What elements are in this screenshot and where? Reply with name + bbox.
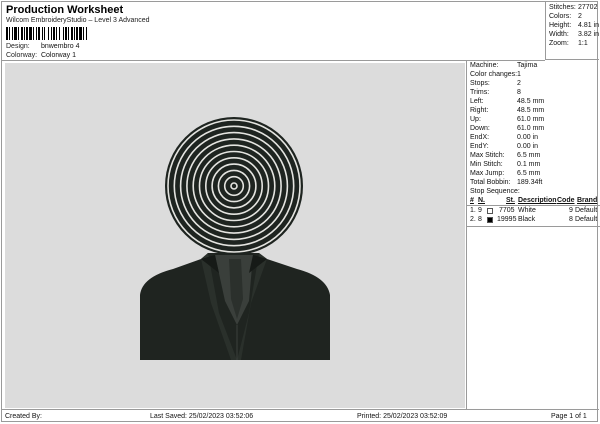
stat-colors: Colors: 2 — [549, 13, 582, 20]
table-row: 2. 8 19995 Black 8 Default — [470, 216, 598, 223]
created-by: Created By: — [5, 413, 42, 420]
info-label: Max Jump: — [470, 170, 505, 177]
info-value: 6.5 mm — [517, 152, 541, 159]
design-row: Design: bnwembro 4 — [6, 43, 79, 50]
info-row: Max Stitch: 6.5 mm — [470, 152, 540, 159]
info-row: Stops: 2 — [470, 80, 521, 87]
info-value: 1 — [517, 71, 521, 78]
colorway-value: Colorway 1 — [40, 52, 76, 59]
color-swatch-white — [487, 208, 493, 214]
info-row: EndY: 0.00 in — [470, 143, 538, 150]
info-row: Down: 61.0 mm — [470, 125, 544, 132]
table-divider — [467, 226, 600, 227]
stop-sequence-title: Stop Sequence: — [470, 188, 520, 195]
col-code: Code — [557, 197, 575, 204]
info-label: Total Bobbin: — [470, 179, 511, 186]
info-value: 61.0 mm — [517, 125, 545, 132]
info-row: Up: 61.0 mm — [470, 116, 544, 123]
info-label: Min Stitch: — [470, 161, 503, 168]
color-swatch-black — [487, 217, 493, 223]
col-n: N. — [478, 197, 485, 204]
info-row: Left: 48.5 mm — [470, 98, 544, 105]
col-brand: Brand — [577, 197, 598, 204]
design-label: Design: — [6, 43, 30, 50]
info-label: EndY: — [470, 143, 489, 150]
worksheet-frame: Production Worksheet Wilcom EmbroiderySt… — [1, 1, 600, 422]
header-divider — [2, 60, 545, 61]
stat-stitches: Stitches: 27702 — [549, 4, 598, 11]
info-row: Right: 48.5 mm — [470, 107, 544, 114]
colorway-row: Colorway: Colorway 1 — [6, 52, 76, 59]
stats-box: Stitches: 27702 Colors: 2 Height: 4.81 in W… — [545, 2, 599, 60]
stat-width: Width: 3.82 in — [549, 31, 600, 38]
info-value: 61.0 mm — [517, 116, 545, 123]
software-subtitle: Wilcom EmbroideryStudio – Level 3 Advanc… — [6, 17, 150, 24]
table-row: 1. 9 7705 White 9 Default — [470, 207, 598, 214]
stat-height: Height: 4.81 in — [549, 22, 600, 29]
info-value: 0.1 mm — [517, 161, 541, 168]
design-value: bnwembro 4 — [40, 43, 80, 50]
stat-zoom: Zoom: 1:1 — [549, 40, 588, 47]
info-label: Up: — [470, 116, 481, 123]
stop-sequence-header: # N. St. Description Code Brand — [467, 197, 600, 206]
printed-date: Printed: 25/02/2023 03:52:09 — [357, 413, 448, 420]
info-value: 48.5 mm — [517, 98, 545, 105]
info-label: Left: — [470, 98, 484, 105]
info-row: EndX: 0.00 in — [470, 134, 538, 141]
info-value: 189.34ft — [517, 179, 543, 186]
info-value: 0.00 in — [517, 143, 539, 150]
col-st: St. — [506, 197, 515, 204]
col-description: Description — [518, 197, 557, 204]
embroidery-design-image — [140, 117, 330, 360]
info-row: Max Jump: 6.5 mm — [470, 170, 540, 177]
info-label: Stops: — [470, 80, 490, 87]
footer-divider — [2, 409, 599, 410]
last-saved: Last Saved: 25/02/2023 03:52:06 — [150, 413, 254, 420]
info-value: 6.5 mm — [517, 170, 541, 177]
info-label: Color changes: — [470, 71, 518, 78]
info-row: Min Stitch: 0.1 mm — [470, 161, 540, 168]
design-preview — [5, 63, 465, 408]
info-value: 0.00 in — [517, 134, 539, 141]
info-label: Trims: — [470, 89, 490, 96]
info-label: EndX: — [470, 134, 490, 141]
info-row: Machine: Tajima — [470, 62, 537, 69]
info-label: Max Stitch: — [470, 152, 505, 159]
col-num: # — [470, 197, 474, 204]
page-title: Production Worksheet — [6, 4, 124, 16]
info-row: Total Bobbin: 189.34ft — [470, 179, 542, 186]
info-label: Down: — [470, 125, 490, 132]
colorway-label: Colorway: — [6, 52, 38, 59]
spiral-head — [165, 117, 303, 255]
machine-info-panel: Machine: Tajima Color changes:1 Stops: 2 Trim… — [466, 60, 600, 409]
info-value: 2 — [517, 80, 521, 87]
info-row: Trims: 8 — [470, 89, 521, 96]
info-row: Color changes:1 — [470, 71, 521, 78]
info-label: Right: — [470, 107, 489, 114]
info-value: 8 — [517, 89, 521, 96]
info-label: Machine: — [470, 62, 499, 69]
info-value: Tajima — [517, 62, 538, 69]
info-value: 48.5 mm — [517, 107, 545, 114]
barcode — [6, 27, 110, 40]
page-number: Page 1 of 1 — [551, 413, 587, 420]
